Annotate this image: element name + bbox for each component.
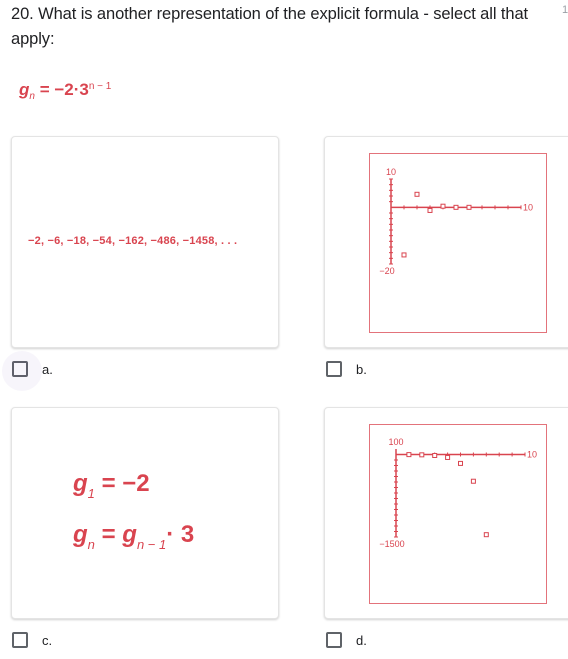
x-max-label: 10	[523, 202, 533, 212]
rec-multiplier: · 3	[166, 521, 195, 548]
checkbox-c[interactable]	[12, 632, 28, 648]
option-a[interactable]: a.	[2, 351, 53, 391]
y-min-label: −1500	[379, 539, 404, 549]
data-point	[445, 454, 451, 460]
y-max-label: 10	[386, 167, 396, 177]
points-indicator: 1	[562, 4, 568, 16]
rec-rhs: = −2	[94, 470, 150, 497]
option-b-image: 10 −20 10	[324, 136, 568, 348]
x-max-label: 10	[527, 450, 537, 460]
rec-eq: =	[94, 521, 123, 548]
option-b[interactable]: b.	[326, 361, 367, 377]
option-b-label: b.	[356, 361, 367, 377]
formula-variable: g	[19, 80, 30, 99]
question-text: 20. What is another representation of th…	[11, 5, 529, 48]
option-d-graph: 100 −1500 10	[369, 424, 547, 604]
rec-var: g	[73, 470, 88, 497]
data-point	[483, 532, 489, 538]
option-c-label: c.	[42, 632, 53, 648]
data-point	[440, 203, 446, 209]
checkbox-d[interactable]	[326, 632, 342, 648]
checkbox-b[interactable]	[326, 361, 342, 377]
recursive-rule: gn = gn − 1· 3	[73, 521, 194, 552]
graph-frame	[369, 153, 547, 333]
rec-sub: 1	[87, 486, 95, 501]
y-min-label: −20	[379, 266, 394, 276]
option-d-label: d.	[356, 632, 367, 648]
data-point	[458, 460, 463, 466]
rec-sub: n	[87, 537, 95, 552]
formula-subscript: n	[29, 91, 35, 102]
formula-rhs: = −2·3	[39, 80, 89, 99]
data-point	[427, 207, 433, 213]
data-point	[414, 191, 420, 197]
option-d-image: 100 −1500 10	[324, 407, 568, 619]
explicit-formula: gn = −2·3n − 1	[19, 80, 111, 102]
data-point	[419, 452, 425, 458]
option-c-image: g1 = −2 gn = gn − 1· 3	[11, 407, 279, 619]
option-a-image: −2, −6, −18, −54, −162, −486, −1458, . .…	[11, 136, 279, 348]
data-point	[432, 452, 438, 458]
option-a-label: a.	[42, 361, 53, 377]
checkbox-a[interactable]	[2, 351, 42, 391]
hover-halo	[2, 351, 42, 391]
option-c[interactable]: c.	[12, 632, 52, 648]
formula-exponent: n − 1	[88, 81, 112, 92]
data-point	[401, 252, 407, 258]
data-point	[466, 204, 472, 210]
sequence-list: −2, −6, −18, −54, −162, −486, −1458, . .…	[28, 235, 238, 247]
rec-var-prev: g	[122, 521, 137, 548]
option-b-graph: 10 −20 10	[369, 153, 547, 333]
data-point	[406, 452, 412, 458]
data-point	[453, 204, 459, 210]
data-point	[470, 478, 476, 484]
y-max-label: 100	[388, 437, 403, 447]
rec-var: g	[73, 521, 88, 548]
rec-sub-prev: n − 1	[136, 537, 167, 552]
option-d[interactable]: d.	[326, 632, 367, 648]
recursive-initial-term: g1 = −2	[73, 470, 150, 501]
